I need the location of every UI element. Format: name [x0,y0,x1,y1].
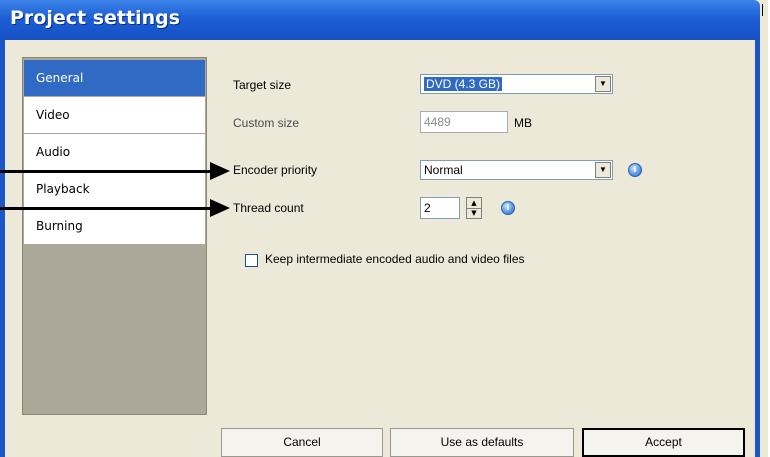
info-icon[interactable]: i [628,163,642,177]
keep-files-label: Keep intermediate encoded audio and vide… [265,252,525,266]
cancel-button[interactable]: Cancel [221,428,383,457]
sidebar-item-video[interactable]: Video [24,97,205,133]
custom-size-value: 4489 [424,115,451,129]
project-settings-dialog: Project settings General Video Audio Pla… [0,0,768,457]
encoder-priority-value: Normal [424,163,463,177]
encoder-priority-dropdown[interactable]: Normal ▼ [420,160,613,180]
window-frame-left [0,40,5,457]
thread-count-stepper[interactable]: ▲ ▼ [466,197,482,219]
custom-size-input[interactable]: 4489 [420,111,508,133]
dropdown-arrow-icon[interactable]: ▼ [595,162,611,178]
callout-arrow [0,170,212,173]
custom-size-label: Custom size [233,116,300,130]
sidebar-item-burning[interactable]: Burning [24,208,205,244]
target-size-dropdown[interactable]: DVD (4.3 GB) ▼ [420,74,613,94]
accept-button[interactable]: Accept [582,428,745,457]
keep-files-checkbox[interactable] [245,254,258,267]
thread-count-input[interactable]: 2 [420,197,460,219]
sidebar-item-audio[interactable]: Audio [24,134,205,170]
title-bar[interactable]: Project settings [0,0,760,40]
sidebar-item-playback[interactable]: Playback [24,171,205,207]
window-edge [762,4,763,16]
target-size-label: Target size [233,78,292,92]
window-title: Project settings [10,7,181,29]
callout-arrow [0,207,212,210]
sidebar-item-general[interactable]: General [24,60,205,96]
info-icon[interactable]: i [501,201,515,215]
target-size-value: DVD (4.3 GB) [424,77,503,91]
callout-arrow [210,162,230,180]
custom-size-unit: MB [514,116,532,130]
encoder-priority-label: Encoder priority [233,163,318,177]
window-frame-right [755,40,760,457]
callout-arrow [210,199,230,217]
use-as-defaults-button[interactable]: Use as defaults [390,428,574,457]
spin-down-icon[interactable]: ▼ [467,208,481,218]
thread-count-value: 2 [424,201,431,215]
settings-sidebar: General Video Audio Playback Burning [22,57,207,415]
dropdown-arrow-icon[interactable]: ▼ [595,76,611,92]
thread-count-label: Thread count [233,201,304,215]
